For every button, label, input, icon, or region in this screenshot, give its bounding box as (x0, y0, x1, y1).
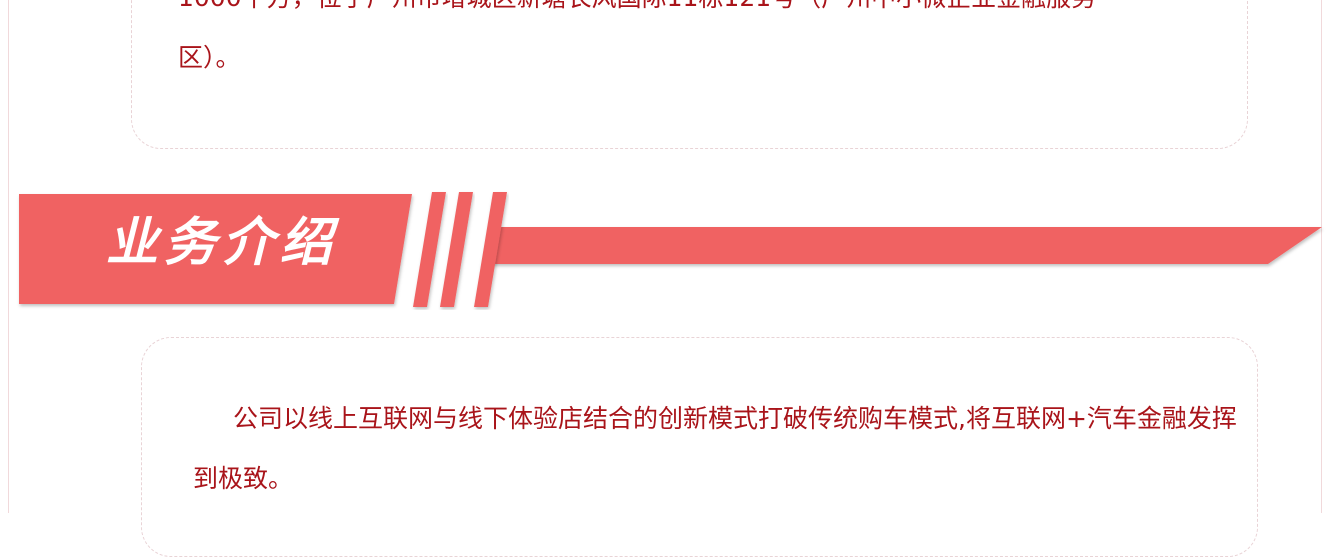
company-address-line-1: 1000平方，位于广州市增城区新塘长风国际11栋121号（广州中小微企业金融服务 (178, 0, 1208, 28)
business-intro-text: 公司以线上互联网与线下体验店结合的创新模式打破传统购车模式,将互联网+汽车金融发… (193, 404, 1237, 493)
company-address-line-2: 区）。 (178, 43, 241, 72)
banner-stripe-1 (413, 192, 446, 307)
banner-ribbon (490, 227, 1322, 264)
section-title: 业务介绍 (106, 212, 339, 273)
company-address-text: 1000平方，位于广州市增城区新塘长风国际11栋121号（广州中小微企业金融服务… (178, 0, 1208, 88)
banner-stripe-2 (440, 192, 473, 307)
